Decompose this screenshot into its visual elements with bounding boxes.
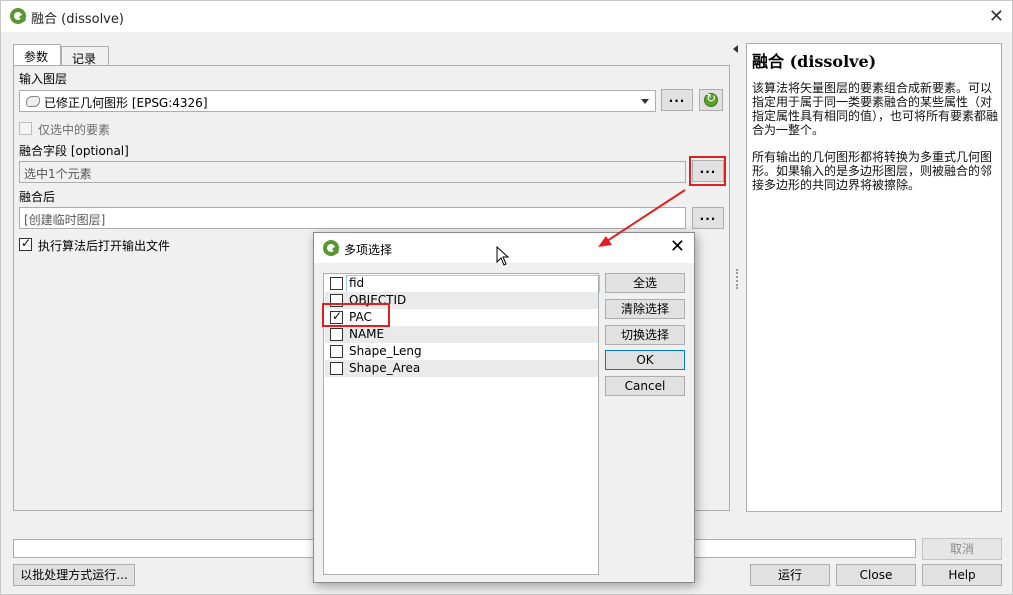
annotation-arrow-icon	[598, 189, 686, 247]
mouse-cursor-icon	[496, 246, 510, 266]
